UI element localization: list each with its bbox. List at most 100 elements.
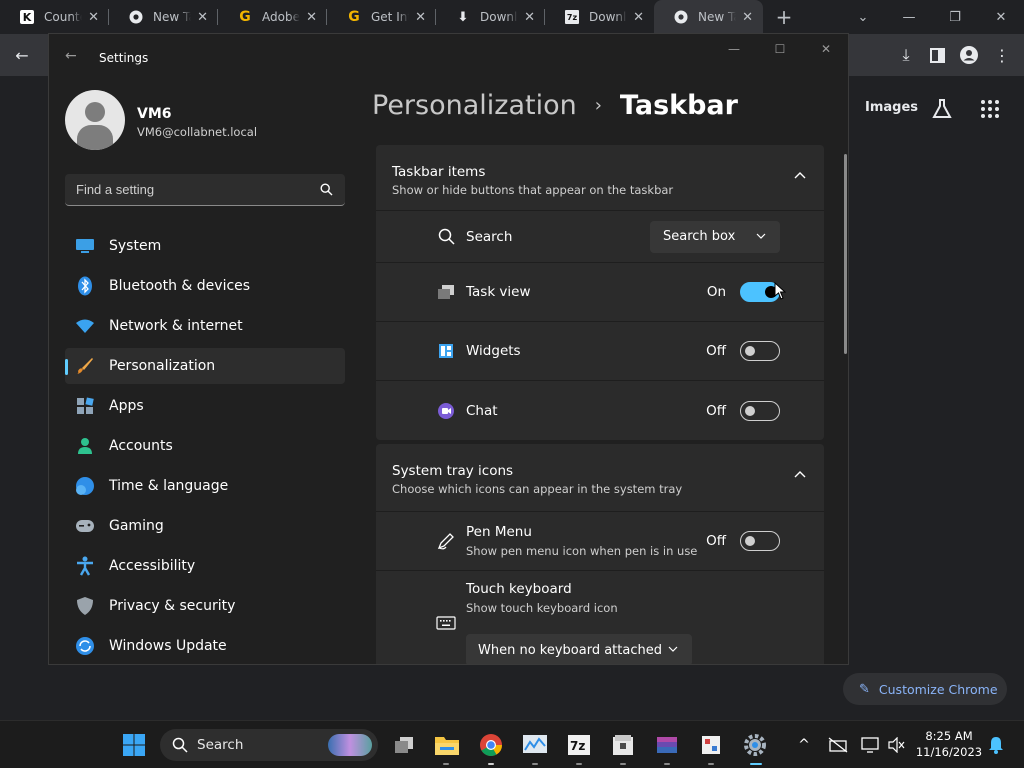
apps-icon	[75, 396, 95, 416]
page-title: Taskbar	[619, 90, 738, 121]
7zip-icon[interactable]: 7z	[565, 731, 593, 759]
labs-flask-icon[interactable]	[931, 98, 953, 120]
nav-item-system[interactable]: System	[65, 228, 345, 264]
apps-grid-icon[interactable]	[980, 99, 1000, 119]
chrome-icon[interactable]	[477, 731, 505, 759]
nav-item-bluetooth[interactable]: Bluetooth & devices	[65, 268, 345, 304]
task-view-icon[interactable]	[390, 731, 418, 759]
tray-chevron-up-icon[interactable]: ^	[792, 731, 816, 759]
close-tab-icon[interactable]: ✕	[633, 10, 644, 25]
system-clock[interactable]: 8:25 AM 11/16/2023	[914, 728, 984, 760]
browser-tab[interactable]: G Adobe / ✕	[218, 0, 327, 34]
installer-package-icon[interactable]	[609, 731, 637, 759]
back-arrow-icon[interactable]: ←	[11, 44, 33, 66]
close-tab-icon[interactable]: ✕	[524, 10, 535, 25]
window-title: Settings	[99, 51, 149, 65]
volume-muted-icon[interactable]	[884, 731, 908, 759]
nav-item-network[interactable]: Network & internet	[65, 308, 345, 344]
nav-label: Windows Update	[109, 638, 227, 654]
setting-label: Widgets	[466, 343, 521, 359]
close-tab-icon[interactable]: ✕	[415, 10, 426, 25]
nav-item-accounts[interactable]: Accounts	[65, 428, 345, 464]
browser-tab[interactable]: New Tab ✕	[109, 0, 218, 34]
svg-text:7z: 7z	[570, 739, 585, 753]
tab-title: Downlo	[589, 10, 627, 24]
chat-toggle[interactable]	[740, 400, 780, 421]
chevron-up-icon[interactable]	[794, 171, 806, 179]
brush-icon	[75, 356, 95, 376]
search-icon[interactable]	[320, 183, 333, 196]
file-explorer-icon[interactable]	[433, 731, 461, 759]
nav-item-personalization[interactable]: Personalization	[65, 348, 345, 384]
keyboard-icon	[436, 613, 456, 633]
user-name: VM6	[137, 106, 172, 122]
browser-tab-active[interactable]: New Tab ✕	[654, 0, 763, 34]
close-tab-icon[interactable]: ✕	[742, 10, 753, 25]
taskbar-search-box[interactable]: Search	[160, 729, 378, 761]
images-link[interactable]: Images	[865, 100, 918, 115]
tab-search-icon[interactable]: ⌄	[840, 0, 886, 34]
avatar[interactable]	[65, 90, 125, 150]
network-disconnected-icon[interactable]	[825, 731, 851, 759]
side-panel-icon[interactable]	[926, 44, 948, 66]
back-arrow-icon[interactable]: ←	[65, 48, 77, 64]
nav-item-gaming[interactable]: Gaming	[65, 508, 345, 544]
minimize-icon[interactable]: —	[886, 0, 932, 34]
user-email: VM6@collabnet.local	[137, 125, 258, 139]
setting-label: Task view	[466, 284, 531, 300]
close-icon[interactable]: ✕	[978, 0, 1024, 34]
shield-icon	[75, 596, 95, 616]
chevron-up-icon[interactable]	[794, 470, 806, 478]
close-tab-icon[interactable]: ✕	[306, 10, 317, 25]
scrollbar[interactable]	[844, 154, 847, 354]
close-icon[interactable]: ✕	[803, 39, 848, 59]
maximize-icon[interactable]: ☐	[757, 39, 803, 59]
nav-item-apps[interactable]: Apps	[65, 388, 345, 424]
nav-item-time-language[interactable]: Time & language	[65, 468, 345, 504]
settings-gear-icon[interactable]	[741, 731, 769, 759]
touch-keyboard-dropdown[interactable]: When no keyboard attached	[466, 634, 692, 664]
search-mode-dropdown[interactable]: Search box	[650, 220, 780, 253]
wifi-icon	[75, 316, 95, 336]
nav-item-accessibility[interactable]: Accessibility	[65, 548, 345, 584]
find-setting-input[interactable]	[65, 174, 315, 205]
setting-row-widgets: Widgets Off	[376, 322, 824, 381]
winrar-icon[interactable]	[653, 731, 681, 759]
minimize-icon[interactable]: —	[711, 39, 757, 59]
clock-date: 11/16/2023	[915, 745, 983, 759]
notification-bell-icon[interactable]	[986, 731, 1006, 759]
setting-label: Pen Menu	[466, 524, 532, 540]
pen-menu-toggle[interactable]	[740, 531, 780, 551]
setting-label: Touch keyboard	[466, 581, 572, 597]
breadcrumb-parent[interactable]: Personalization	[372, 90, 577, 121]
menu-kebab-icon[interactable]: ⋮	[991, 44, 1013, 66]
taskbar-items-header[interactable]: Taskbar items Show or hide buttons that …	[376, 145, 824, 211]
browser-tab[interactable]: K Counter ✕	[0, 0, 109, 34]
nav-label: Gaming	[109, 518, 164, 534]
windows-start-icon[interactable]	[120, 731, 148, 759]
restore-icon[interactable]: ❐	[932, 0, 978, 34]
nav-label: Accessibility	[109, 558, 196, 574]
close-tab-icon[interactable]: ✕	[88, 10, 99, 25]
nav-item-windows-update[interactable]: Windows Update	[65, 628, 345, 664]
profile-icon[interactable]	[958, 44, 980, 66]
close-tab-icon[interactable]: ✕	[197, 10, 208, 25]
gamepad-icon	[75, 516, 95, 536]
download-icon[interactable]: ⤓	[895, 44, 917, 66]
nav-item-privacy[interactable]: Privacy & security	[65, 588, 345, 624]
system-tray-header[interactable]: System tray icons Choose which icons can…	[376, 444, 824, 512]
breadcrumb-separator: ›	[594, 95, 602, 116]
resource-monitor-icon[interactable]	[521, 731, 549, 759]
customize-chrome-button[interactable]: ✎ Customize Chrome	[843, 673, 1007, 705]
mouse-cursor-icon	[774, 282, 786, 300]
browser-tab[interactable]: 7z Downlo ✕	[545, 0, 654, 34]
browser-tab[interactable]: G Get Into ✕	[327, 0, 436, 34]
widgets-toggle[interactable]	[740, 341, 780, 361]
7zip-icon: 7z	[565, 10, 579, 24]
browser-tab[interactable]: ⬇ Downlo ✕	[436, 0, 545, 34]
setup-tool-icon[interactable]	[697, 731, 725, 759]
display-icon[interactable]	[858, 731, 882, 759]
new-tab-button[interactable]: +	[769, 0, 799, 34]
section-title: Taskbar items	[392, 164, 486, 180]
section-title: System tray icons	[392, 463, 514, 479]
